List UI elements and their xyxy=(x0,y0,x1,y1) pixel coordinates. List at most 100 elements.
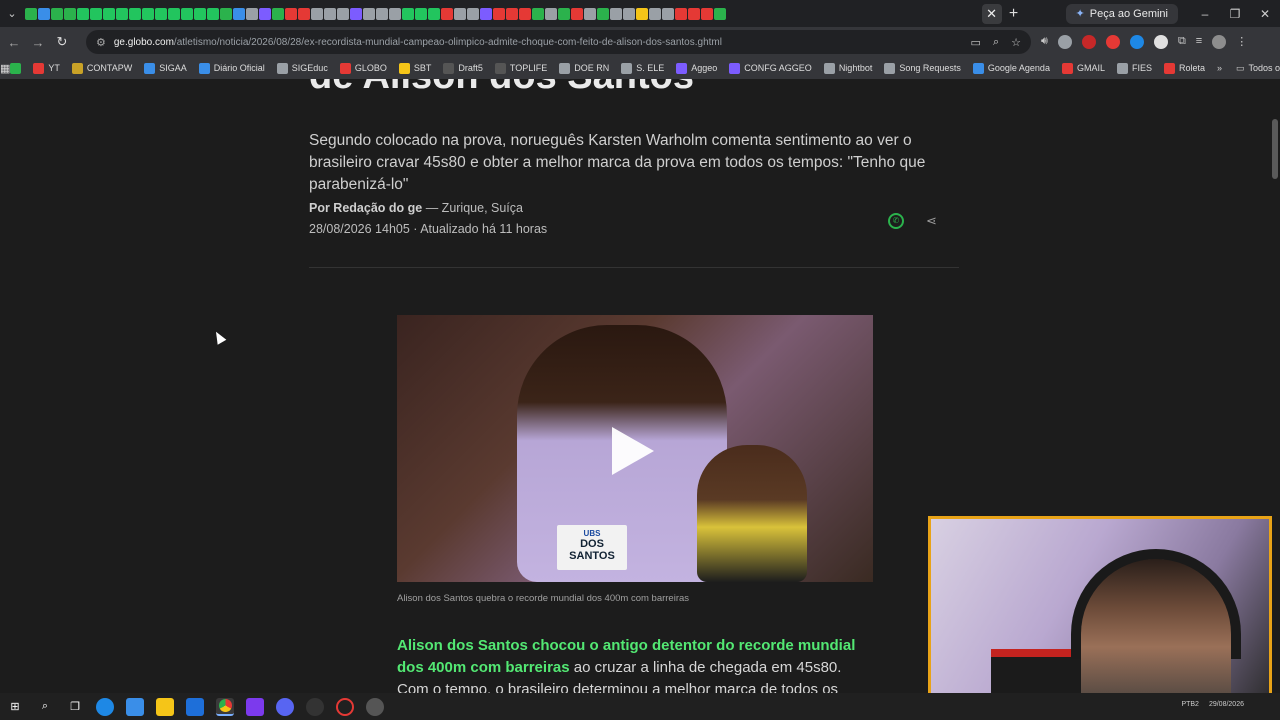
avatar[interactable] xyxy=(1212,35,1227,49)
audio-icon[interactable]: 🔊︎ xyxy=(1041,35,1048,49)
tab-favicon-icon[interactable] xyxy=(24,7,37,20)
bookmark-item[interactable] xyxy=(10,62,22,74)
tab-favicon-icon[interactable] xyxy=(505,7,518,20)
whatsapp-share-icon[interactable]: ✆ xyxy=(888,213,904,229)
video-player[interactable]: UBS DOS SANTOS xyxy=(397,315,873,582)
apps-grid-icon[interactable]: ▦ xyxy=(0,62,10,75)
tab-favicon-icon[interactable] xyxy=(63,7,76,20)
extension-icon[interactable] xyxy=(1129,35,1144,49)
bookmark-item[interactable]: Google Agenda xyxy=(972,62,1050,74)
mail-icon[interactable] xyxy=(186,697,204,716)
tab-favicon-icon[interactable] xyxy=(180,7,193,20)
bookmarks-overflow-icon[interactable]: » xyxy=(1217,63,1222,73)
tab-favicon-icon[interactable] xyxy=(245,7,258,20)
tab-favicon-icon[interactable] xyxy=(414,7,427,20)
new-tab-button[interactable]: + xyxy=(1002,5,1026,23)
extension-icon[interactable] xyxy=(1057,35,1072,49)
tab-favicon-icon[interactable] xyxy=(297,7,310,20)
tab-favicon-icon[interactable] xyxy=(128,7,141,20)
tab-favicon-icon[interactable] xyxy=(674,7,687,20)
bookmark-item[interactable]: CONFG AGGEO xyxy=(729,62,812,74)
site-info-icon[interactable]: ⚙ xyxy=(96,36,106,49)
forward-button[interactable]: → xyxy=(26,35,50,50)
tab-favicon-icon[interactable] xyxy=(492,7,505,20)
byline-author[interactable]: Por Redação do ge xyxy=(309,201,422,215)
tab-favicon-icon[interactable] xyxy=(713,7,726,20)
bookmark-item[interactable]: SIGAA xyxy=(144,62,187,74)
all-bookmarks-button[interactable]: ▭ Todos os favoritos xyxy=(1236,63,1280,74)
tab-favicon-icon[interactable] xyxy=(310,7,323,20)
tab-favicon-icon[interactable] xyxy=(596,7,609,20)
start-icon[interactable]: ⊞ xyxy=(6,698,24,716)
address-bar[interactable]: ⚙ ge.globo.com /atletismo/noticia/2026/0… xyxy=(86,30,1031,54)
reload-button[interactable]: ↻ xyxy=(50,34,74,50)
tab-favicon-icon[interactable] xyxy=(622,7,635,20)
bookmark-item[interactable]: Song Requests xyxy=(884,62,961,74)
extension-icon[interactable] xyxy=(1153,35,1168,49)
extension-icon[interactable] xyxy=(1081,35,1096,49)
steam-icon[interactable] xyxy=(366,697,384,716)
tab-favicon-icon[interactable] xyxy=(258,7,271,20)
tab-favicon-icon[interactable] xyxy=(440,7,453,20)
tray-date[interactable]: 29/08/2026 xyxy=(1209,701,1244,708)
tab-groups-icon[interactable]: ≡ xyxy=(1196,35,1202,49)
tab-favicon-icon[interactable] xyxy=(648,7,661,20)
bookmark-item[interactable]: GLOBO xyxy=(339,62,387,74)
tab-favicon-icon[interactable] xyxy=(453,7,466,20)
bookmark-item[interactable]: Diário Oficial xyxy=(198,62,265,74)
tab-favicon-icon[interactable] xyxy=(401,7,414,20)
share-icon[interactable]: ⋖ xyxy=(926,213,937,229)
tab-favicon-icon[interactable] xyxy=(89,7,102,20)
chrome-icon[interactable] xyxy=(216,697,234,716)
tab-favicon-icon[interactable] xyxy=(232,7,245,20)
tab-favicon-icon[interactable] xyxy=(661,7,674,20)
bookmark-item[interactable]: SBT xyxy=(398,62,431,74)
tab-favicon-icon[interactable] xyxy=(115,7,128,20)
tab-favicon-icon[interactable] xyxy=(206,7,219,20)
extension-icon[interactable] xyxy=(1105,35,1120,49)
file-explorer-icon[interactable] xyxy=(156,697,174,716)
bookmark-item[interactable]: Roleta xyxy=(1163,62,1205,74)
opera-icon[interactable] xyxy=(336,697,354,716)
bookmark-item[interactable]: GMAIL xyxy=(1061,62,1105,74)
tab-favicon-icon[interactable] xyxy=(635,7,648,20)
tab-favicon-icon[interactable] xyxy=(388,7,401,20)
tab-favicon-icon[interactable] xyxy=(544,7,557,20)
search-icon[interactable]: ⌕ xyxy=(36,698,54,716)
tab-favicon-icon[interactable] xyxy=(284,7,297,20)
bookmark-item[interactable]: SIGEduc xyxy=(276,62,328,74)
minimize-button[interactable]: – xyxy=(1190,7,1220,21)
tab-favicon-icon[interactable] xyxy=(687,7,700,20)
tab-favicon-icon[interactable] xyxy=(193,7,206,20)
back-button[interactable]: ← xyxy=(2,35,26,50)
onenote-icon[interactable] xyxy=(246,697,264,716)
task-view-icon[interactable]: ❐ xyxy=(66,698,84,716)
page-scrollbar[interactable] xyxy=(1272,119,1278,179)
bookmark-item[interactable]: DOE RN xyxy=(559,62,609,74)
obs-icon[interactable] xyxy=(306,697,324,716)
tab-favicon-icon[interactable] xyxy=(141,7,154,20)
tab-favicon-icon[interactable] xyxy=(531,7,544,20)
tab-favicon-icon[interactable] xyxy=(167,7,180,20)
discord-icon[interactable] xyxy=(276,697,294,716)
bookmark-item[interactable]: Draft5 xyxy=(443,62,483,74)
tab-favicon-icon[interactable] xyxy=(479,7,492,20)
tab-favicon-icon[interactable] xyxy=(375,7,388,20)
bookmark-item[interactable]: TOPLIFE xyxy=(494,62,547,74)
puzzle-icon[interactable]: ⧉ xyxy=(1178,35,1186,49)
restore-button[interactable]: ❐ xyxy=(1220,7,1250,21)
bookmark-item[interactable]: CONTAPW xyxy=(71,62,132,74)
tab-favicon-icon[interactable] xyxy=(271,7,284,20)
tab-favicon-icon[interactable] xyxy=(583,7,596,20)
ask-gemini-button[interactable]: ✦ Peça ao Gemini xyxy=(1065,3,1178,24)
reading-mode-icon[interactable]: ▭ xyxy=(971,36,981,49)
tab-favicon-icon[interactable] xyxy=(609,7,622,20)
tab-favicon-icon[interactable] xyxy=(362,7,375,20)
tab-favicon-icon[interactable] xyxy=(518,7,531,20)
tab-favicon-icon[interactable] xyxy=(427,7,440,20)
tab-favicon-icon[interactable] xyxy=(50,7,63,20)
bookmark-item[interactable]: S. ELE xyxy=(621,62,664,74)
tab-favicon-icon[interactable] xyxy=(37,7,50,20)
tab-favicon-icon[interactable] xyxy=(557,7,570,20)
tab-favicon-icon[interactable] xyxy=(76,7,89,20)
